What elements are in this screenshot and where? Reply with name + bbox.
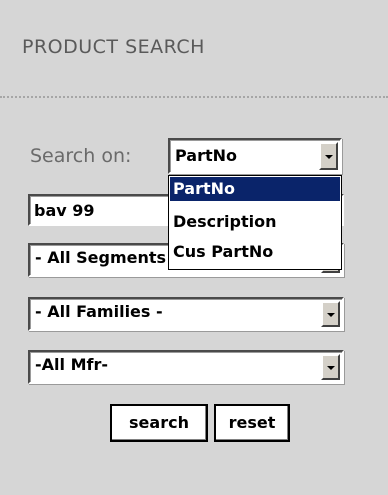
dotted-divider xyxy=(0,96,388,98)
search-input-value: bav 99 xyxy=(34,201,95,220)
manufacturer-dropdown-button[interactable] xyxy=(321,354,340,380)
segments-selected-value: - All Segments - xyxy=(35,248,179,267)
manufacturer-selected-value: -All Mfr- xyxy=(35,355,108,374)
reset-button[interactable]: reset xyxy=(214,404,290,442)
search-on-options-list: PartNo Description Cus PartNo xyxy=(168,175,342,270)
search-button[interactable]: search xyxy=(110,404,208,442)
product-search-panel: PRODUCT SEARCH Search on: PartNo bav 99 … xyxy=(0,0,388,495)
families-select[interactable]: - All Families - xyxy=(28,297,344,331)
panel-title: PRODUCT SEARCH xyxy=(22,36,205,58)
option-cus-partno[interactable]: Cus PartNo xyxy=(170,240,340,264)
chevron-down-icon xyxy=(326,366,335,370)
search-on-selected-value: PartNo xyxy=(175,146,238,165)
chevron-down-icon xyxy=(326,313,335,317)
option-partno[interactable]: PartNo xyxy=(170,177,340,201)
families-dropdown-button[interactable] xyxy=(321,301,340,327)
search-on-select[interactable]: PartNo xyxy=(168,138,342,174)
search-on-dropdown-button[interactable] xyxy=(319,142,338,170)
families-selected-value: - All Families - xyxy=(35,302,163,321)
manufacturer-select[interactable]: -All Mfr- xyxy=(28,350,344,384)
chevron-down-icon xyxy=(324,155,333,159)
search-on-label: Search on: xyxy=(30,145,132,167)
option-description[interactable]: Description xyxy=(170,210,340,234)
